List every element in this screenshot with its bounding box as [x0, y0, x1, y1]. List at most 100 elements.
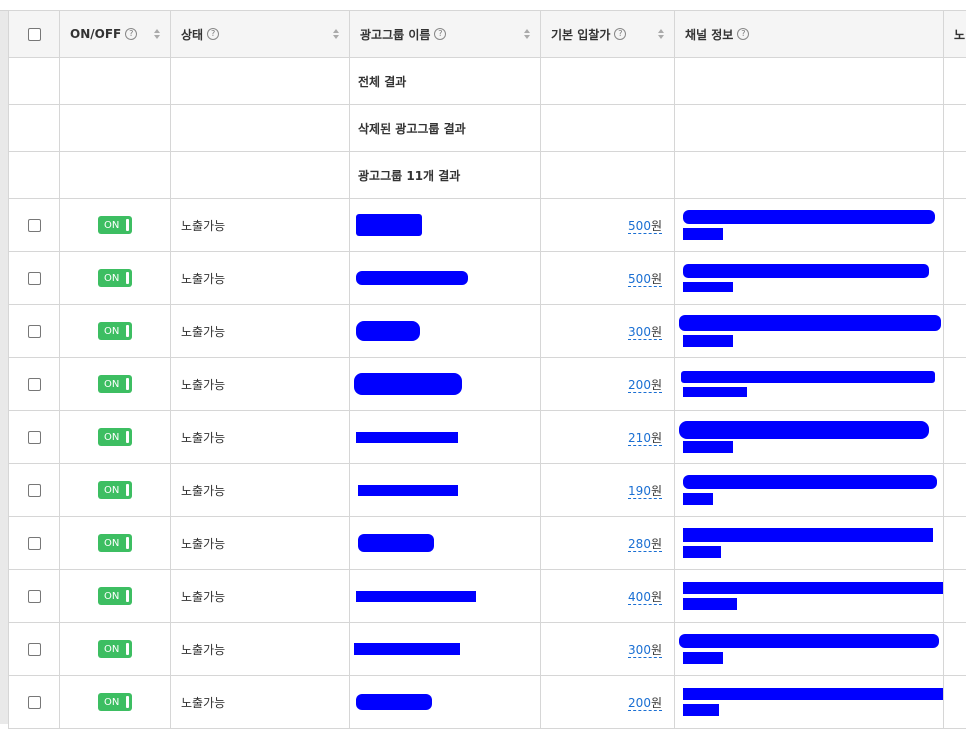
ad-group-table: ON/OFF? 상태? 광고그룹 이름? 기본 입찰가? 채널 정보? 노 전체… — [8, 10, 966, 729]
table-row[interactable]: ON 노출가능 500원 — [9, 252, 966, 305]
redacted-name — [358, 485, 458, 496]
row-checkbox[interactable] — [28, 219, 41, 232]
redacted-name — [354, 643, 460, 655]
help-icon[interactable]: ? — [125, 28, 137, 40]
header-onoff[interactable]: ON/OFF? — [60, 11, 171, 58]
table-row[interactable]: ON 노출가능 400원 — [9, 570, 966, 623]
status-text: 노출가능 — [171, 305, 350, 358]
summary-row: 삭제된 광고그룹 결과 — [9, 105, 966, 152]
header-status[interactable]: 상태? — [171, 11, 350, 58]
sort-icon[interactable] — [154, 29, 160, 39]
status-text: 노출가능 — [171, 517, 350, 570]
bid-link[interactable]: 500원 — [628, 219, 662, 234]
redacted-channel — [683, 688, 943, 700]
sort-icon[interactable] — [658, 29, 664, 39]
header-extra-label: 노 — [954, 26, 965, 43]
header-name-label: 광고그룹 이름 — [360, 26, 430, 43]
status-text: 노출가능 — [171, 570, 350, 623]
redacted-name — [354, 373, 462, 395]
summary-row: 전체 결과 — [9, 58, 966, 105]
table-row[interactable]: ON 노출가능 500원 — [9, 199, 966, 252]
status-text: 노출가능 — [171, 464, 350, 517]
bid-link[interactable]: 200원 — [628, 696, 662, 711]
status-text: 노출가능 — [171, 676, 350, 729]
header-channel-label: 채널 정보 — [685, 26, 733, 43]
row-checkbox[interactable] — [28, 696, 41, 709]
redacted-channel — [683, 528, 933, 542]
onoff-toggle[interactable]: ON — [98, 534, 132, 552]
redacted-channel — [679, 634, 939, 648]
header-bid[interactable]: 기본 입찰가? — [541, 11, 675, 58]
onoff-toggle[interactable]: ON — [98, 481, 132, 499]
row-checkbox[interactable] — [28, 272, 41, 285]
bid-link[interactable]: 300원 — [628, 325, 662, 340]
redacted-channel — [683, 475, 937, 489]
help-icon[interactable]: ? — [207, 28, 219, 40]
header-channel[interactable]: 채널 정보? — [675, 11, 944, 58]
bid-link[interactable]: 190원 — [628, 484, 662, 499]
bid-link[interactable]: 300원 — [628, 643, 662, 658]
row-checkbox[interactable] — [28, 378, 41, 391]
redacted-channel — [683, 210, 935, 224]
onoff-toggle[interactable]: ON — [98, 269, 132, 287]
row-checkbox[interactable] — [28, 484, 41, 497]
sort-icon[interactable] — [524, 29, 530, 39]
redacted-name — [356, 591, 476, 602]
onoff-toggle[interactable]: ON — [98, 640, 132, 658]
bid-link[interactable]: 210원 — [628, 431, 662, 446]
summary-label: 삭제된 광고그룹 결과 — [350, 105, 541, 152]
row-checkbox[interactable] — [28, 325, 41, 338]
table-row[interactable]: ON 노출가능 300원 — [9, 623, 966, 676]
onoff-toggle[interactable]: ON — [98, 375, 132, 393]
sort-icon[interactable] — [333, 29, 339, 39]
left-edge — [0, 0, 8, 724]
row-checkbox[interactable] — [28, 537, 41, 550]
redacted-channel — [681, 371, 935, 383]
redacted-name — [356, 694, 432, 710]
table-header-row: ON/OFF? 상태? 광고그룹 이름? 기본 입찰가? 채널 정보? 노 — [9, 11, 966, 58]
header-name[interactable]: 광고그룹 이름? — [350, 11, 541, 58]
redacted-channel — [679, 421, 929, 439]
summary-label: 광고그룹 11개 결과 — [350, 152, 541, 199]
help-icon[interactable]: ? — [434, 28, 446, 40]
onoff-toggle[interactable]: ON — [98, 587, 132, 605]
onoff-toggle[interactable]: ON — [98, 322, 132, 340]
table-row[interactable]: ON 노출가능 200원 — [9, 358, 966, 411]
bid-link[interactable]: 280원 — [628, 537, 662, 552]
onoff-toggle[interactable]: ON — [98, 216, 132, 234]
redacted-channel — [683, 264, 929, 278]
row-checkbox[interactable] — [28, 590, 41, 603]
table-row[interactable]: ON 노출가능 200원 — [9, 676, 966, 729]
summary-row: 광고그룹 11개 결과 — [9, 152, 966, 199]
onoff-toggle[interactable]: ON — [98, 693, 132, 711]
bid-link[interactable]: 400원 — [628, 590, 662, 605]
onoff-toggle[interactable]: ON — [98, 428, 132, 446]
table-row[interactable]: ON 노출가능 300원 — [9, 305, 966, 358]
status-text: 노출가능 — [171, 199, 350, 252]
help-icon[interactable]: ? — [614, 28, 626, 40]
status-text: 노출가능 — [171, 623, 350, 676]
row-checkbox[interactable] — [28, 643, 41, 656]
select-all-checkbox[interactable] — [28, 28, 41, 41]
redacted-channel — [683, 582, 944, 594]
status-text: 노출가능 — [171, 252, 350, 305]
summary-label: 전체 결과 — [350, 58, 541, 105]
redacted-name — [358, 534, 434, 552]
redacted-name — [356, 321, 420, 341]
redacted-name — [356, 214, 422, 236]
row-checkbox[interactable] — [28, 431, 41, 444]
status-text: 노출가능 — [171, 411, 350, 464]
bid-link[interactable]: 500원 — [628, 272, 662, 287]
header-status-label: 상태 — [181, 26, 203, 43]
header-onoff-label: ON/OFF — [70, 27, 121, 41]
redacted-channel — [679, 315, 941, 331]
bid-link[interactable]: 200원 — [628, 378, 662, 393]
help-icon[interactable]: ? — [737, 28, 749, 40]
table-row[interactable]: ON 노출가능 280원 — [9, 517, 966, 570]
table-row[interactable]: ON 노출가능 190원 — [9, 464, 966, 517]
status-text: 노출가능 — [171, 358, 350, 411]
header-bid-label: 기본 입찰가 — [551, 26, 610, 43]
redacted-name — [356, 271, 468, 285]
header-extra[interactable]: 노 — [944, 11, 966, 58]
table-row[interactable]: ON 노출가능 210원 — [9, 411, 966, 464]
